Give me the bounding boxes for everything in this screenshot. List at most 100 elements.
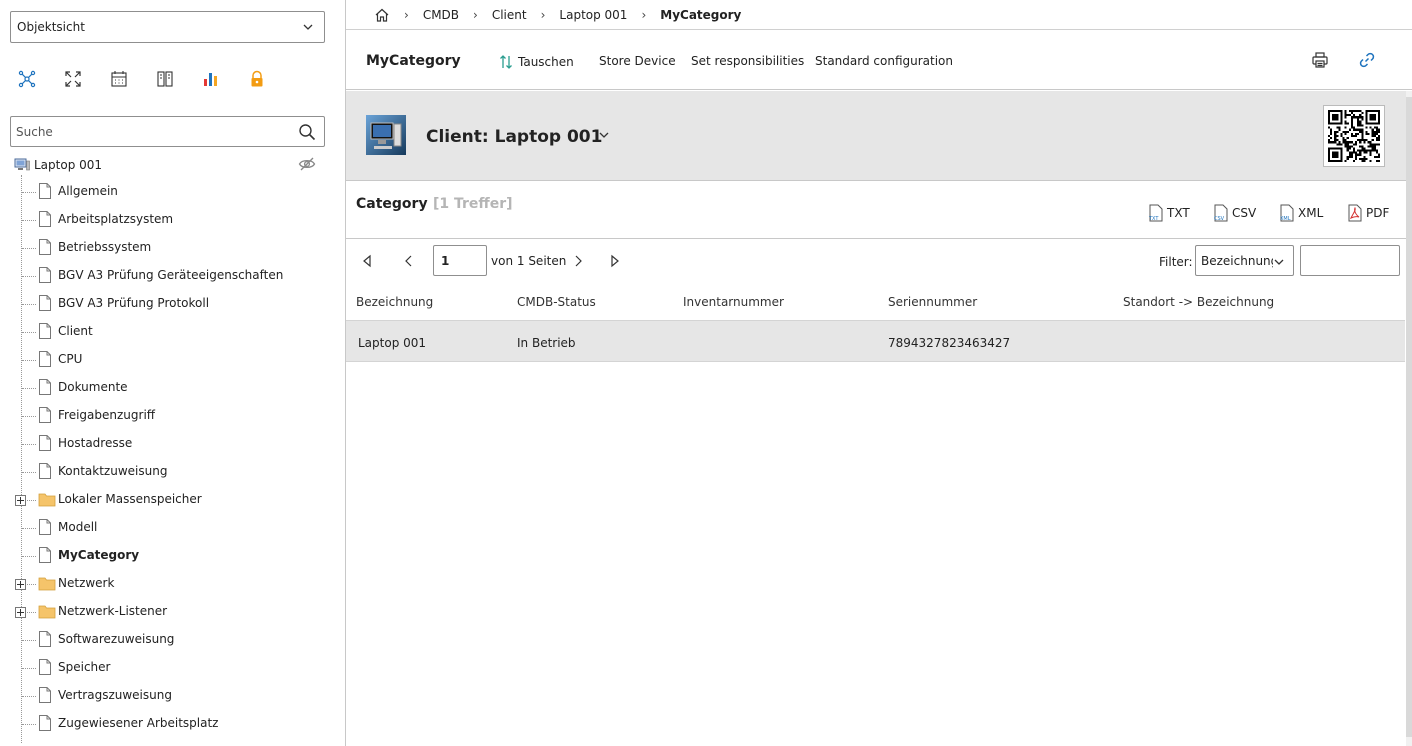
document-icon bbox=[38, 239, 52, 258]
tree-item[interactable]: Hostadresse bbox=[0, 434, 340, 454]
lock-icon[interactable] bbox=[246, 68, 268, 90]
table-row[interactable]: Laptop 001 In Betrieb 7894327823463427 bbox=[346, 321, 1405, 362]
breadcrumb-separator: › bbox=[641, 7, 647, 22]
breadcrumb-client[interactable]: Client bbox=[492, 8, 527, 22]
tree-item[interactable]: Betriebssystem bbox=[0, 238, 340, 258]
tree-item-label: Arbeitsplatzsystem bbox=[58, 212, 174, 226]
txt-file-icon: TXT bbox=[1148, 204, 1163, 222]
tree-item[interactable]: Softwarezuweisung bbox=[0, 630, 340, 650]
calendar-icon[interactable] bbox=[108, 68, 130, 90]
tree-root[interactable]: Laptop 001 bbox=[14, 157, 102, 173]
tree-item[interactable]: Lokaler Massenspeicher bbox=[0, 490, 340, 510]
breadcrumb-laptop[interactable]: Laptop 001 bbox=[559, 8, 627, 22]
filter-value-input[interactable] bbox=[1300, 245, 1400, 276]
tree-item[interactable]: Kontaktzuweisung bbox=[0, 462, 340, 482]
tree-item[interactable]: Client bbox=[0, 322, 340, 342]
tree-item-label: Zugewiesener Arbeitsplatz bbox=[58, 716, 219, 730]
export-txt-button[interactable]: TXT TXT bbox=[1147, 204, 1190, 222]
tree-branch-line bbox=[22, 192, 36, 193]
search-icon[interactable] bbox=[298, 123, 316, 141]
tree-item[interactable]: MyCategory bbox=[0, 546, 340, 566]
tree-item[interactable]: Vertragszuweisung bbox=[0, 686, 340, 706]
column-header[interactable]: Seriennummer bbox=[888, 295, 977, 309]
export-csv-button[interactable]: CSV CSV bbox=[1212, 204, 1256, 222]
csv-file-icon: CSV bbox=[1214, 204, 1228, 222]
tree-item[interactable]: CPU bbox=[0, 350, 340, 370]
tree-item[interactable]: Zugewiesener Arbeitsplatz bbox=[0, 714, 340, 734]
tree-item-label: Netzwerk bbox=[58, 576, 115, 590]
scrollbar-thumb[interactable] bbox=[1406, 97, 1412, 737]
tree-item-label: Hostadresse bbox=[58, 436, 133, 450]
search-input[interactable] bbox=[11, 117, 281, 146]
qr-code[interactable] bbox=[1323, 105, 1385, 167]
swap-icon bbox=[500, 55, 512, 69]
tree-item[interactable]: Dokumente bbox=[0, 378, 340, 398]
object-title: Client: Laptop 001 bbox=[426, 127, 603, 147]
chevron-down-icon bbox=[303, 24, 313, 30]
store-device-button[interactable]: Store Device bbox=[599, 54, 676, 68]
sidebar: Objektsicht Laptop 001 bbox=[0, 0, 346, 746]
tree-item[interactable]: Freigabenzugriff bbox=[0, 406, 340, 426]
tree-item[interactable]: BGV A3 Prüfung Protokoll bbox=[0, 294, 340, 314]
column-header[interactable]: Standort -> Bezeichnung bbox=[1123, 295, 1274, 309]
chevron-down-icon bbox=[1273, 256, 1285, 268]
link-icon[interactable] bbox=[1358, 51, 1376, 72]
breadcrumb-separator: › bbox=[473, 7, 478, 22]
tree-item[interactable]: Netzwerk-Listener bbox=[0, 602, 340, 622]
tree-branch-line bbox=[22, 528, 36, 529]
column-header[interactable]: Bezeichnung bbox=[356, 295, 433, 309]
book-icon[interactable] bbox=[154, 68, 176, 90]
table-header: Bezeichnung CMDB-Status Inventarnummer S… bbox=[346, 284, 1405, 321]
tree-item[interactable]: Modell bbox=[0, 518, 340, 538]
set-responsibilities-button[interactable]: Set responsibilities bbox=[691, 54, 804, 68]
expand-icon[interactable] bbox=[62, 68, 84, 90]
tree-item[interactable]: Speicher bbox=[0, 658, 340, 678]
computer-icon bbox=[14, 158, 30, 171]
tree-item-label: Dokumente bbox=[58, 380, 128, 394]
document-icon bbox=[38, 631, 52, 650]
document-icon bbox=[38, 715, 52, 734]
last-page-icon[interactable] bbox=[608, 254, 622, 271]
tree-item-label: Lokaler Massenspeicher bbox=[58, 492, 202, 506]
scrollbar[interactable] bbox=[1406, 91, 1412, 746]
swap-button[interactable]: Tauschen bbox=[498, 54, 574, 70]
tree-branch-line bbox=[22, 556, 36, 557]
tree-item-label: Softwarezuweisung bbox=[58, 632, 175, 646]
hide-icon[interactable] bbox=[298, 156, 316, 175]
folder-icon bbox=[38, 603, 56, 622]
main-content: › CMDB › Client › Laptop 001 › MyCategor… bbox=[346, 0, 1412, 746]
breadcrumb-cmdb[interactable]: CMDB bbox=[423, 8, 459, 22]
tree-item-label: BGV A3 Prüfung Protokoll bbox=[58, 296, 210, 310]
document-icon bbox=[38, 379, 52, 398]
column-header[interactable]: Inventarnummer bbox=[683, 295, 784, 309]
svg-text:XML: XML bbox=[1280, 216, 1291, 222]
view-select[interactable]: Objektsicht bbox=[10, 11, 325, 43]
standard-configuration-button[interactable]: Standard configuration bbox=[815, 54, 953, 68]
tree-item[interactable]: Netzwerk bbox=[0, 574, 340, 594]
expand-toggle-icon[interactable] bbox=[15, 495, 26, 506]
column-header[interactable]: CMDB-Status bbox=[517, 295, 596, 309]
expand-toggle-icon[interactable] bbox=[15, 579, 26, 590]
bar-chart-icon[interactable] bbox=[200, 68, 222, 90]
export-xml-button[interactable]: XML XML bbox=[1278, 204, 1323, 222]
category-title: Category bbox=[356, 196, 428, 212]
tree-branch-line bbox=[22, 416, 36, 417]
client-object-image bbox=[366, 115, 406, 155]
filter-field-select[interactable]: Bezeichnung bbox=[1195, 245, 1294, 276]
tree-branch-line bbox=[22, 220, 36, 221]
export-pdf-button[interactable]: PDF bbox=[1346, 204, 1389, 222]
previous-page-icon[interactable] bbox=[402, 254, 416, 271]
tree-item[interactable]: Arbeitsplatzsystem bbox=[0, 210, 340, 230]
document-icon bbox=[38, 659, 52, 678]
xml-file-icon: XML bbox=[1280, 204, 1294, 222]
first-page-icon[interactable] bbox=[360, 254, 374, 271]
home-icon[interactable] bbox=[374, 7, 390, 23]
next-page-icon[interactable] bbox=[571, 254, 585, 271]
page-number-input[interactable] bbox=[433, 245, 487, 276]
chevron-down-icon[interactable] bbox=[598, 129, 610, 141]
tree-item[interactable]: BGV A3 Prüfung Geräteeigenschaften bbox=[0, 266, 340, 286]
relations-icon[interactable] bbox=[16, 68, 38, 90]
tree-item[interactable]: Allgemein bbox=[0, 182, 340, 202]
expand-toggle-icon[interactable] bbox=[15, 607, 26, 618]
print-icon[interactable] bbox=[1311, 51, 1329, 72]
